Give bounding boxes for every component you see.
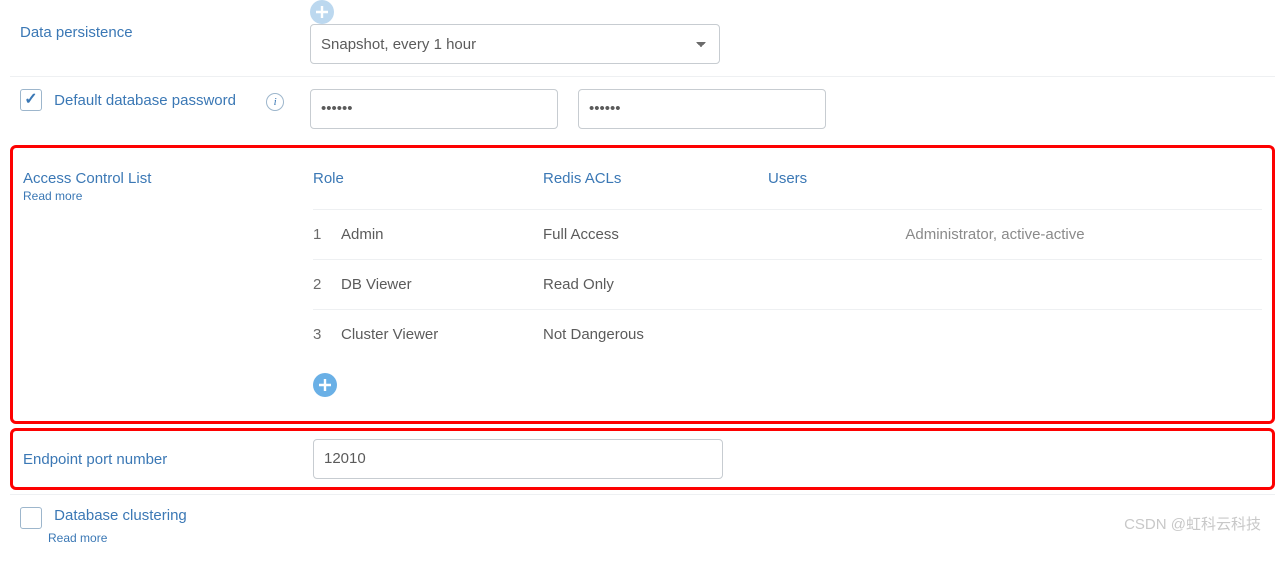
acl-header-users: Users [768,170,1262,187]
acl-add-button[interactable] [313,373,337,397]
endpoint-port-label: Endpoint port number [23,451,313,468]
acl-row-redis: Full Access [543,226,768,243]
acl-title: Access Control List [23,170,313,187]
acl-row-role: DB Viewer [341,276,543,293]
password-field-2[interactable] [578,89,826,129]
acl-row-redis: Not Dangerous [543,326,768,343]
acl-row-index: 1 [313,226,341,243]
top-plus-icon[interactable] [310,0,334,24]
acl-header-role: Role [313,170,543,187]
acl-row[interactable]: 1 Admin Full Access Administrator, activ… [313,209,1262,259]
acl-row-role: Cluster Viewer [341,326,543,343]
endpoint-port-input[interactable] [313,439,723,479]
acl-row-index: 3 [313,326,341,343]
acl-row[interactable]: 3 Cluster Viewer Not Dangerous [313,309,1262,359]
password-field-1[interactable] [310,89,558,129]
database-clustering-label: Database clustering [54,507,187,524]
info-icon[interactable]: i [266,93,284,111]
acl-highlight: Access Control List Read more Role Redis… [10,145,1275,424]
default-password-checkbox[interactable] [20,89,42,111]
acl-header-row: Role Redis ACLs Users [313,170,1262,209]
endpoint-highlight: Endpoint port number [10,428,1275,490]
acl-row-redis: Read Only [543,276,768,293]
acl-read-more-link[interactable]: Read more [23,189,313,203]
data-persistence-label: Data persistence [20,24,310,41]
acl-header-redis: Redis ACLs [543,170,768,187]
acl-row-role: Admin [341,226,543,243]
data-persistence-select[interactable]: Snapshot, every 1 hour [310,24,720,64]
clustering-read-more-link[interactable]: Read more [48,531,310,545]
database-clustering-checkbox[interactable] [20,507,42,529]
acl-row-index: 2 [313,276,341,293]
acl-row[interactable]: 2 DB Viewer Read Only [313,259,1262,309]
acl-row-users: Administrator, active-active [768,226,1262,243]
default-password-label: Default database password [54,92,236,109]
